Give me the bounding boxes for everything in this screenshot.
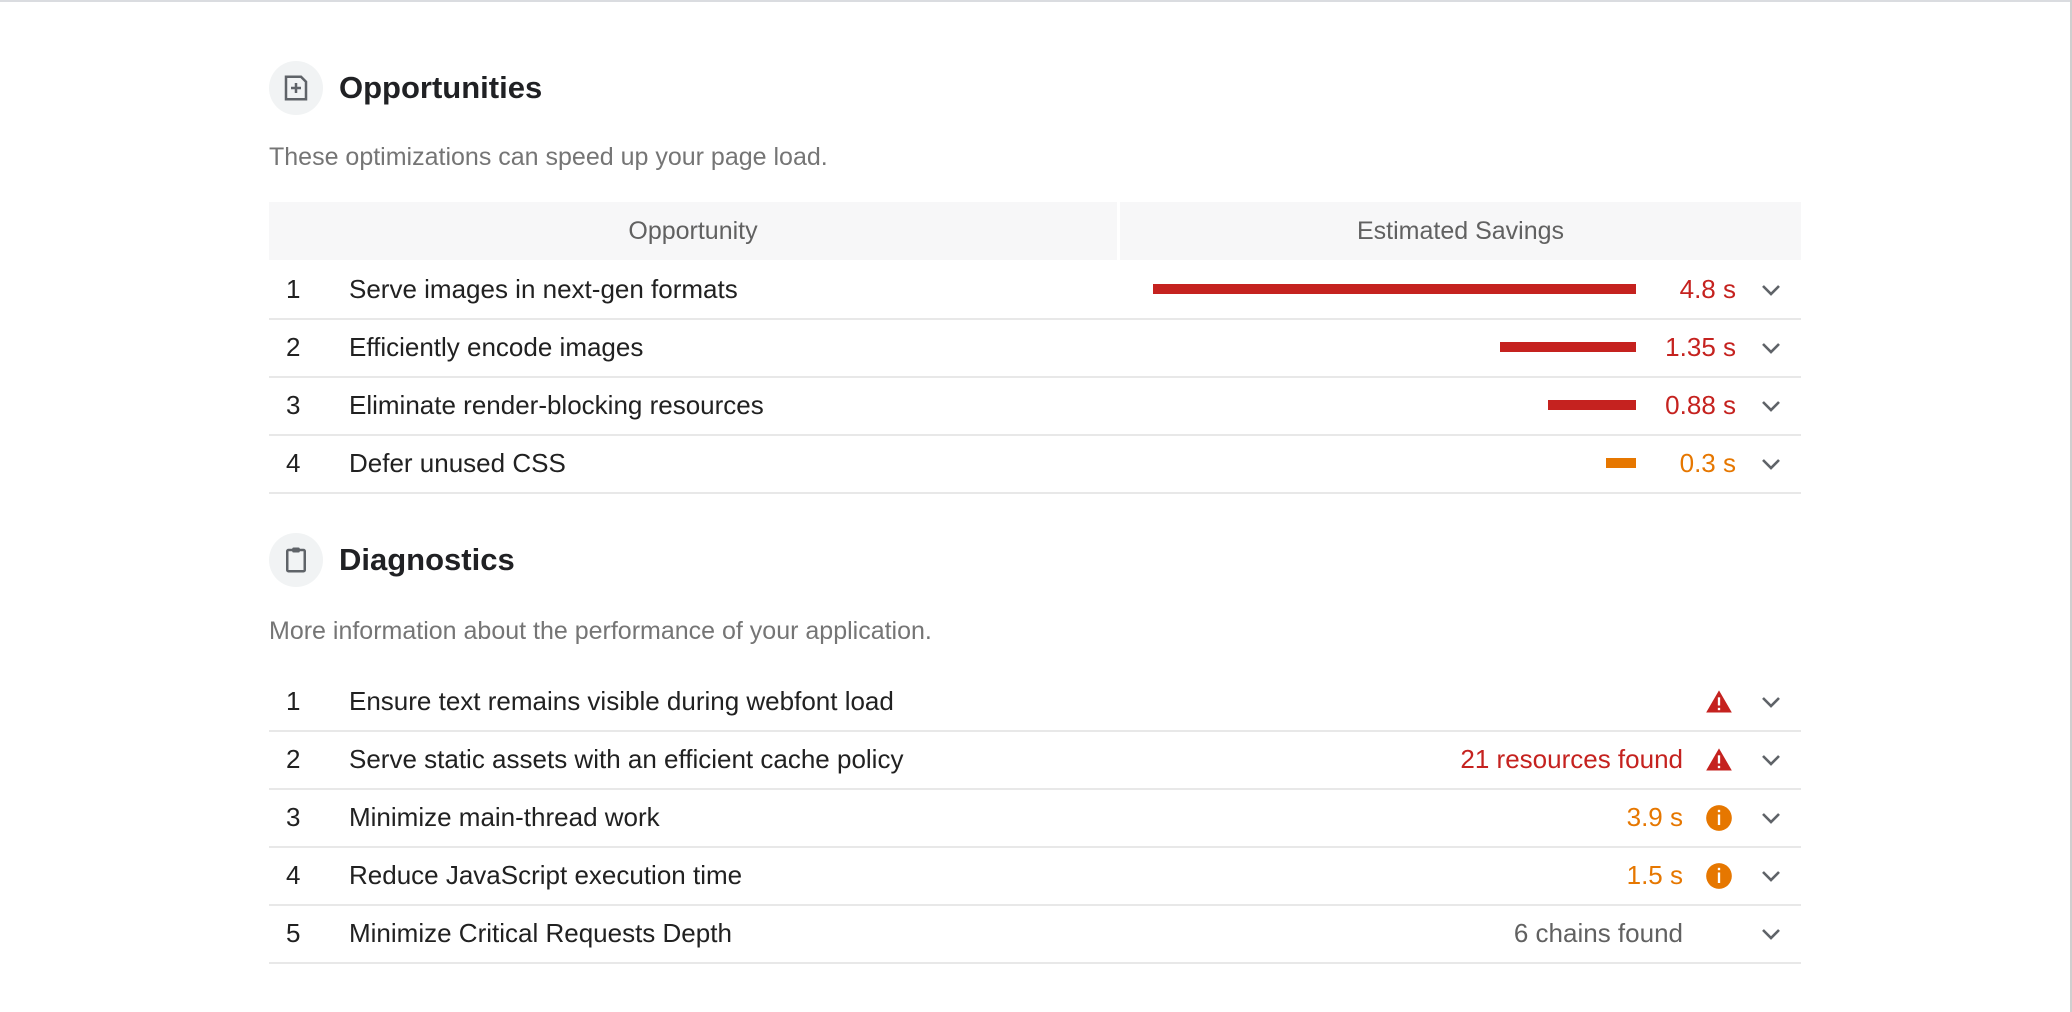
row-title: Serve static assets with an efficient ca… (349, 743, 904, 774)
chevron-down-icon[interactable] (1759, 864, 1783, 888)
diagnostic-value: 21 resources found (1460, 743, 1683, 774)
diagnostic-row[interactable]: 2 Serve static assets with an efficient c… (269, 730, 1801, 790)
chevron-down-icon[interactable] (1759, 336, 1783, 360)
row-title: Serve images in next-gen formats (349, 273, 738, 304)
warning-triangle-icon (1706, 748, 1732, 771)
top-divider (0, 0, 2072, 2)
diagnostic-row[interactable]: 1 Ensure text remains visible during webf… (269, 672, 1801, 732)
row-title: Minimize Critical Requests Depth (349, 917, 732, 948)
diagnostics-header: Diagnostics (269, 533, 515, 587)
diagnostic-value: 3.9 s (1626, 801, 1683, 832)
row-title: Reduce JavaScript execution time (349, 859, 743, 890)
diagnostic-row[interactable]: 5 Minimize Critical Requests Depth 6 chain… (269, 904, 1801, 964)
warning-triangle-icon (1706, 690, 1732, 713)
savings-bar (1548, 400, 1636, 410)
row-number: 4 (286, 447, 301, 478)
row-number: 3 (286, 389, 301, 420)
diagnostic-value: 6 chains found (1513, 917, 1683, 948)
opportunity-row[interactable]: 1 Serve images in next-gen formats 4.8 s (269, 260, 1801, 320)
row-title: Minimize main-thread work (349, 801, 660, 832)
savings-value: 0.3 s (1679, 447, 1736, 478)
clipboard-icon (269, 533, 323, 587)
opportunity-row[interactable]: 4 Defer unused CSS 0.3 s (269, 434, 1801, 494)
row-title: Ensure text remains visible during webfo… (349, 685, 894, 716)
opportunities-header: Opportunities (269, 61, 542, 115)
row-number: 1 (286, 273, 301, 304)
chevron-down-icon[interactable] (1759, 806, 1783, 830)
opportunities-table-header: Opportunity Estimated Savings (269, 202, 1801, 260)
row-title: Eliminate render-blocking resources (349, 389, 764, 420)
diagnostic-row[interactable]: 3 Minimize main-thread work 3.9 s (269, 788, 1801, 848)
chevron-down-icon[interactable] (1759, 278, 1783, 302)
opportunities-icon (269, 61, 323, 115)
column-header-estimated-savings: Estimated Savings (1120, 202, 1801, 260)
savings-bar (1153, 284, 1636, 294)
info-circle-icon (1706, 805, 1732, 831)
savings-value: 4.8 s (1679, 273, 1736, 304)
savings-value: 0.88 s (1665, 389, 1736, 420)
chevron-down-icon[interactable] (1759, 690, 1783, 714)
row-number: 4 (286, 859, 301, 890)
savings-bar (1500, 342, 1636, 352)
chevron-down-icon[interactable] (1759, 452, 1783, 476)
opportunities-description: These optimizations can speed up your pa… (269, 143, 828, 171)
row-number: 1 (286, 685, 301, 716)
diagnostics-title: Diagnostics (339, 542, 515, 577)
info-circle-icon (1706, 863, 1732, 889)
opportunities-title: Opportunities (339, 70, 543, 105)
column-header-opportunity: Opportunity (269, 202, 1117, 260)
opportunity-row[interactable]: 2 Efficiently encode images 1.35 s (269, 318, 1801, 378)
row-title: Efficiently encode images (349, 331, 644, 362)
row-number: 2 (286, 743, 301, 774)
savings-bar (1606, 458, 1636, 468)
row-title: Defer unused CSS (349, 447, 566, 478)
chevron-down-icon[interactable] (1759, 748, 1783, 772)
chevron-down-icon[interactable] (1759, 922, 1783, 946)
diagnostic-row[interactable]: 4 Reduce JavaScript execution time 1.5 s (269, 846, 1801, 906)
chevron-down-icon[interactable] (1759, 394, 1783, 418)
opportunity-row[interactable]: 3 Eliminate render-blocking resources 0.88… (269, 376, 1801, 436)
row-number: 5 (286, 917, 301, 948)
row-number: 3 (286, 801, 301, 832)
diagnostics-description: More information about the performance o… (269, 617, 932, 645)
savings-value: 1.35 s (1665, 331, 1736, 362)
row-number: 2 (286, 331, 301, 362)
diagnostic-value: 1.5 s (1626, 859, 1683, 890)
